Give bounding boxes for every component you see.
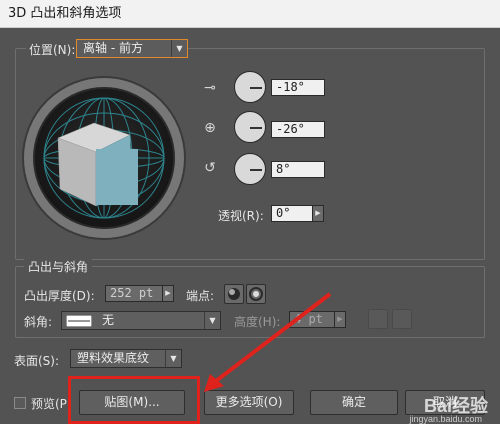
position-preset-value: 离轴 - 前方 [83, 41, 143, 55]
annotation-highlight-box [68, 376, 200, 424]
bevel-label: 斜角: [24, 315, 53, 329]
chevron-down-icon: ▼ [171, 40, 187, 57]
extrude-depth-field[interactable]: 252 pt [105, 285, 163, 302]
x-axis-rotate-icon: ⊸ [204, 80, 216, 96]
dialog-body: 位置(N): 离轴 - 前方 ▼ ⊸ -18° ⊕ -26° ↺ 8° 透视(R… [0, 28, 500, 424]
x-rotation-dial[interactable] [234, 71, 266, 103]
z-axis-rotate-icon: ↺ [204, 160, 216, 176]
window-title: 3D 凸出和斜角选项 [0, 0, 500, 28]
bevel-in-button[interactable] [392, 309, 412, 329]
watermark-url: jingyan.baidu.com [409, 414, 482, 424]
bevel-dropdown[interactable]: 无 ▼ [61, 311, 221, 330]
perspective-field[interactable]: 0° [271, 205, 313, 222]
rotation-trackball[interactable] [22, 75, 186, 241]
extrude-bevel-title: 凸出与斜角 [24, 258, 93, 275]
z-rotation-dial[interactable] [234, 153, 266, 185]
bevel-value: 无 [102, 313, 115, 327]
z-rotation-field[interactable]: 8° [271, 161, 325, 178]
perspective-label: 透视(R): [218, 209, 264, 223]
extrude-depth-stepper[interactable]: ▶ [162, 285, 174, 302]
x-rotation-field[interactable]: -18° [271, 79, 325, 96]
y-rotation-dial[interactable] [234, 111, 266, 143]
surface-value: 塑料效果底纹 [77, 351, 150, 365]
chevron-down-icon: ▼ [165, 350, 181, 367]
perspective-stepper[interactable]: ▶ [312, 205, 324, 222]
position-preset-dropdown[interactable]: 离轴 - 前方 ▼ [76, 39, 188, 58]
position-label: 位置(N): [26, 41, 79, 58]
preview-checkbox[interactable] [14, 397, 26, 409]
surface-label: 表面(S): [14, 354, 60, 368]
bevel-preview-icon [66, 315, 92, 327]
annotation-arrow [204, 292, 332, 392]
position-group: 位置(N): 离轴 - 前方 ▼ ⊸ -18° ⊕ -26° ↺ 8° 透视(R… [15, 39, 485, 260]
bevel-out-button[interactable] [368, 309, 388, 329]
y-axis-rotate-icon: ⊕ [204, 120, 216, 136]
cube-preview [57, 122, 138, 207]
extrude-depth-label: 凸出厚度(D): [24, 289, 95, 303]
surface-dropdown[interactable]: 塑料效果底纹 ▼ [70, 349, 182, 368]
y-rotation-field[interactable]: -26° [271, 121, 325, 138]
preview-label[interactable]: 预览(P) [31, 395, 72, 412]
